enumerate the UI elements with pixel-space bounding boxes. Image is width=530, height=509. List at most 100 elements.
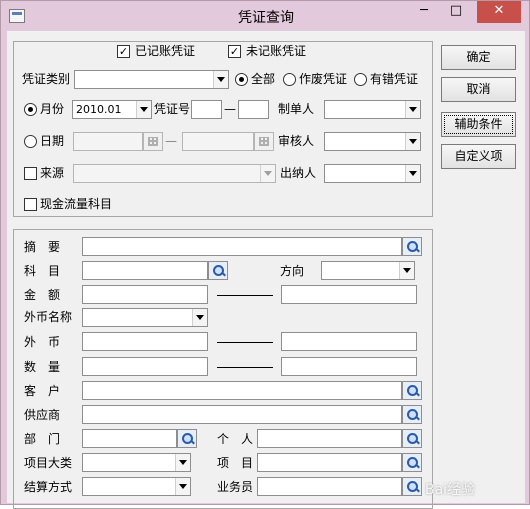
search-icon[interactable] [402, 453, 422, 472]
voucher-no-dash: — [224, 102, 236, 116]
filter-group [13, 41, 433, 217]
amount-label: 金 额 [24, 288, 61, 302]
month-radio[interactable] [24, 103, 37, 116]
chevron-down-icon[interactable] [405, 101, 420, 118]
search-icon[interactable] [402, 429, 422, 448]
supplier-label: 供应商 [24, 408, 61, 422]
scope-void-radio[interactable] [283, 73, 296, 86]
cashflow-label: 现金流量科目 [40, 197, 113, 211]
auxiliary-conditions-button[interactable]: 辅助条件 [441, 112, 516, 137]
department-label: 部 门 [24, 432, 61, 446]
calendar-icon[interactable] [143, 132, 163, 151]
amount-to-input[interactable] [281, 285, 417, 304]
date-label: 日期 [40, 134, 65, 148]
foreign-to-input[interactable] [281, 332, 417, 351]
settlement-label: 结算方式 [24, 480, 73, 494]
watermark-logo: Bai经验 [425, 482, 476, 498]
search-icon[interactable] [208, 261, 228, 280]
chevron-down-icon[interactable] [405, 133, 420, 150]
scope-error-label: 有错凭证 [370, 72, 419, 86]
chevron-down-icon[interactable] [213, 71, 228, 88]
dialog-body: ✓ 已记账凭证 ✓ 未记账凭证 凭证类别 全部 作废凭证 有错凭证 月份 201… [7, 31, 525, 509]
chevron-down-icon[interactable] [260, 165, 275, 182]
source-label: 来源 [40, 166, 65, 180]
cancel-button[interactable]: 取消 [441, 77, 516, 102]
ok-button[interactable]: 确定 [441, 45, 516, 70]
account-input[interactable] [82, 261, 208, 280]
voucher-no-from-input[interactable] [191, 100, 222, 119]
search-icon[interactable] [177, 429, 197, 448]
posted-label: 已记账凭证 [135, 44, 196, 58]
currency-name-select[interactable] [82, 308, 208, 327]
source-select[interactable] [73, 164, 276, 183]
voucher-type-label: 凭证类别 [22, 72, 71, 86]
chevron-down-icon[interactable] [175, 478, 190, 495]
customer-label: 客 户 [24, 384, 61, 398]
cashier-label: 出纳人 [280, 166, 317, 180]
cashflow-checkbox[interactable] [24, 198, 37, 211]
project-input[interactable] [257, 453, 402, 472]
salesperson-label: 业务员 [217, 480, 254, 494]
search-icon[interactable] [402, 477, 422, 496]
posted-checkbox[interactable]: ✓ [117, 45, 130, 58]
search-icon[interactable] [402, 237, 422, 256]
reviewer-select[interactable] [324, 132, 421, 151]
calendar-icon[interactable] [254, 132, 274, 151]
chevron-down-icon[interactable] [136, 101, 151, 118]
search-icon[interactable] [402, 381, 422, 400]
cashier-select[interactable] [324, 164, 421, 183]
quantity-from-input[interactable] [82, 357, 208, 376]
unposted-checkbox[interactable]: ✓ [228, 45, 241, 58]
custom-items-button[interactable]: 自定义项 [441, 144, 516, 169]
maker-label: 制单人 [278, 102, 315, 116]
range-dash [217, 367, 273, 368]
chevron-down-icon[interactable] [405, 165, 420, 182]
title-bar: 凭证查询 ─ □ ✕ [1, 1, 530, 31]
maximize-icon[interactable]: □ [441, 1, 471, 23]
quantity-to-input[interactable] [281, 357, 417, 376]
date-to-input[interactable] [182, 132, 254, 151]
range-dash [217, 342, 273, 343]
account-label: 科 目 [24, 264, 61, 278]
summary-label: 摘 要 [24, 240, 61, 254]
chevron-down-icon[interactable] [399, 262, 414, 279]
scope-all-label: 全部 [251, 72, 276, 86]
project-category-select[interactable] [82, 453, 191, 472]
individual-label: 个 人 [217, 432, 254, 446]
reviewer-label: 审核人 [278, 134, 315, 148]
foreign-currency-label: 外 币 [24, 335, 61, 349]
salesperson-input[interactable] [257, 477, 402, 496]
individual-input[interactable] [257, 429, 402, 448]
chevron-down-icon[interactable] [192, 309, 207, 326]
amount-from-input[interactable] [82, 285, 208, 304]
date-from-input[interactable] [73, 132, 143, 151]
scope-all-radio[interactable] [235, 73, 248, 86]
foreign-from-input[interactable] [82, 332, 208, 351]
range-dash [217, 295, 273, 296]
scope-void-label: 作废凭证 [299, 72, 348, 86]
minimize-icon[interactable]: ─ [409, 1, 439, 23]
scope-error-radio[interactable] [354, 73, 367, 86]
search-icon[interactable] [402, 405, 422, 424]
project-category-label: 项目大类 [24, 456, 73, 470]
voucher-no-to-input[interactable] [238, 100, 269, 119]
summary-input[interactable] [82, 237, 402, 256]
settlement-select[interactable] [82, 477, 191, 496]
month-select[interactable]: 2010.01 [72, 100, 152, 119]
chevron-down-icon[interactable] [175, 454, 190, 471]
direction-select[interactable] [321, 261, 415, 280]
source-checkbox[interactable] [24, 167, 37, 180]
voucher-type-select[interactable] [74, 70, 229, 89]
unposted-label: 未记账凭证 [246, 44, 307, 58]
close-icon[interactable]: ✕ [477, 1, 521, 23]
date-dash: — [165, 134, 177, 148]
customer-input[interactable] [82, 381, 402, 400]
currency-name-label: 外币名称 [24, 310, 73, 324]
date-radio[interactable] [24, 135, 37, 148]
voucher-no-label: 凭证号 [154, 102, 191, 116]
maker-select[interactable] [324, 100, 421, 119]
project-label: 项 目 [217, 456, 254, 470]
department-input[interactable] [82, 429, 177, 448]
supplier-input[interactable] [82, 405, 402, 424]
quantity-label: 数 量 [24, 360, 61, 374]
